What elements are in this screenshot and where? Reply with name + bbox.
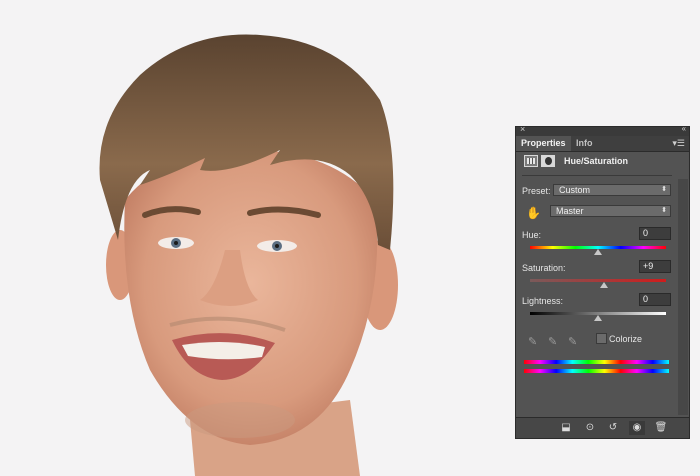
tab-info[interactable]: Info — [571, 136, 598, 151]
hue-value: 0 — [643, 228, 649, 238]
preset-label: Preset: — [522, 186, 551, 196]
lightness-value: 0 — [643, 294, 649, 304]
lightness-field[interactable]: 0 — [639, 293, 671, 306]
panel-menu-icon[interactable]: ▾☰ — [672, 138, 685, 149]
tab-properties[interactable]: Properties — [516, 136, 571, 151]
reset-icon[interactable]: ↺ — [605, 421, 621, 435]
input-color-spectrum — [524, 360, 669, 364]
hue-slider-thumb[interactable] — [594, 249, 602, 255]
panel-scrollbar[interactable] — [678, 179, 688, 415]
saturation-label: Saturation: — [522, 263, 566, 273]
dropdown-arrows-icon: ⬍ — [661, 186, 667, 193]
eyedropper-minus-icon[interactable]: ✎ — [568, 335, 577, 348]
adjustment-header: Hue/Saturation — [524, 155, 674, 171]
saturation-field[interactable]: +9 — [639, 260, 671, 273]
channel-dropdown[interactable]: Master ⬍ — [550, 205, 671, 217]
eyedropper-icon[interactable]: ✎ — [528, 335, 537, 348]
panel-bottom-bar: ⬓ ⊙ ↺ ◉ 🗑 — [516, 417, 689, 438]
close-icon[interactable]: × — [520, 124, 525, 134]
saturation-slider-thumb[interactable] — [600, 282, 609, 288]
preset-dropdown[interactable]: Custom ⬍ — [553, 184, 671, 196]
adjustment-layer-icon[interactable] — [524, 155, 538, 167]
hue-field[interactable]: 0 — [639, 227, 671, 240]
trash-icon[interactable]: 🗑 — [653, 421, 669, 435]
panel-titlebar: × ‹‹ — [516, 124, 689, 136]
collapse-icon[interactable]: ‹‹ — [682, 124, 686, 133]
header-divider — [522, 175, 672, 176]
lightness-slider-thumb[interactable] — [594, 315, 602, 321]
eyedropper-plus-icon[interactable]: ✎ — [548, 335, 557, 348]
saturation-value: +9 — [643, 261, 654, 271]
view-previous-icon[interactable]: ⊙ — [582, 421, 598, 435]
preset-value: Custom — [559, 185, 591, 195]
properties-panel: × ‹‹ Properties Info ▾☰ Hue/Saturation P… — [515, 124, 690, 439]
clip-to-layer-icon[interactable]: ⬓ — [558, 421, 574, 435]
dropdown-arrows-icon: ⬍ — [661, 207, 667, 214]
targeted-adjustment-hand-icon[interactable]: ✋ — [526, 206, 541, 220]
visibility-icon[interactable]: ◉ — [629, 421, 645, 435]
layer-mask-icon[interactable] — [541, 155, 555, 167]
lightness-label: Lightness: — [522, 296, 564, 306]
hue-label: Hue: — [522, 230, 542, 240]
adjustment-title: Hue/Saturation — [564, 156, 629, 166]
colorize-checkbox[interactable] — [596, 333, 607, 344]
saturation-slider-track[interactable] — [530, 279, 666, 282]
panel-tabs: Properties Info ▾☰ — [516, 136, 689, 152]
output-color-spectrum — [524, 369, 669, 373]
channel-value: Master — [556, 206, 584, 216]
colorize-label: Colorize — [609, 334, 643, 344]
